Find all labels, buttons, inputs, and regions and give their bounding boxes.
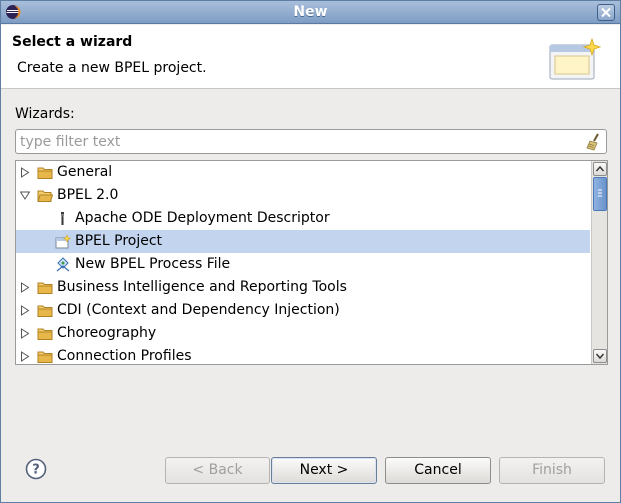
filter-input[interactable] — [20, 132, 580, 151]
folder-icon — [37, 328, 53, 340]
new-wizard-banner-icon — [549, 37, 602, 80]
close-icon — [601, 7, 611, 18]
tree-item-business-intelligence[interactable]: Business Intelligence and Reporting Tool… — [16, 276, 590, 299]
help-icon[interactable]: ? — [25, 458, 47, 480]
expand-arrow-icon[interactable] — [20, 282, 30, 293]
tree-item-label: New BPEL Process File — [75, 256, 231, 272]
tree-item-label: BPEL Project — [75, 233, 163, 249]
tree-item-label: Apache ODE Deployment Descriptor — [75, 210, 330, 226]
grip-icon — [598, 189, 602, 197]
tree-item-label: Choreography — [57, 325, 157, 341]
wizard-tree[interactable]: General BPEL 2.0 Apache ODE Deployment D… — [15, 160, 608, 365]
collapse-arrow-icon[interactable] — [20, 190, 30, 201]
folder-open-icon — [37, 190, 53, 202]
tree-item-label: General — [57, 164, 113, 180]
scroll-thumb[interactable] — [593, 177, 607, 211]
tree-item-general[interactable]: General — [16, 161, 590, 184]
ode-descriptor-icon — [61, 212, 64, 225]
page-description: Create a new BPEL project. — [17, 60, 207, 76]
tree-item-bpel-2-0[interactable]: BPEL 2.0 — [16, 184, 590, 207]
expand-arrow-icon[interactable] — [20, 328, 30, 339]
finish-button[interactable]: Finish — [499, 457, 605, 484]
close-button[interactable] — [597, 4, 615, 21]
tree-item-label: CDI (Context and Dependency Injection) — [57, 302, 340, 318]
folder-icon — [37, 305, 53, 317]
folder-icon — [37, 351, 53, 363]
new-wizard-dialog: New Select a wizard Create a new BPEL pr… — [0, 0, 621, 503]
next-button[interactable]: Next > — [271, 457, 377, 484]
tree-item-cdi[interactable]: CDI (Context and Dependency Injection) — [16, 299, 590, 322]
title-bar[interactable]: New — [1, 1, 620, 24]
wizards-label: Wizards: — [15, 106, 75, 122]
chevron-up-icon — [595, 165, 605, 172]
bpel-process-icon — [56, 257, 70, 272]
wizard-tree-viewport: General BPEL 2.0 Apache ODE Deployment D… — [16, 161, 590, 364]
back-button[interactable]: < Back — [165, 457, 270, 484]
tree-item-bpel-project[interactable]: BPEL Project — [16, 230, 590, 253]
bpel-project-icon — [55, 234, 71, 249]
folder-icon — [37, 282, 53, 294]
filter-field[interactable] — [15, 129, 607, 154]
page-title: Select a wizard — [12, 34, 133, 50]
tree-item-new-bpel-process-file[interactable]: New BPEL Process File — [16, 253, 590, 276]
folder-icon — [37, 167, 53, 179]
vertical-scrollbar[interactable] — [591, 161, 607, 364]
scroll-up-button[interactable] — [593, 162, 607, 176]
clear-filter-icon[interactable] — [585, 132, 603, 151]
cancel-button[interactable]: Cancel — [385, 457, 491, 484]
tree-item-choreography[interactable]: Choreography — [16, 322, 590, 345]
tree-item-label: BPEL 2.0 — [57, 187, 119, 203]
expand-arrow-icon[interactable] — [20, 305, 30, 316]
tree-item-label: Connection Profiles — [57, 348, 192, 364]
expand-arrow-icon[interactable] — [20, 167, 30, 178]
window-title: New — [293, 4, 328, 20]
scroll-down-button[interactable] — [593, 349, 607, 363]
tree-item-apache-ode-deployment-descriptor[interactable]: Apache ODE Deployment Descriptor — [16, 207, 590, 230]
tree-item-label: Business Intelligence and Reporting Tool… — [57, 279, 347, 295]
wizard-header: Select a wizard Create a new BPEL projec… — [1, 25, 620, 89]
svg-text:?: ? — [32, 463, 40, 478]
tree-item-connection-profiles[interactable]: Connection Profiles — [16, 345, 590, 364]
chevron-down-icon — [595, 353, 605, 360]
expand-arrow-icon[interactable] — [20, 351, 30, 362]
